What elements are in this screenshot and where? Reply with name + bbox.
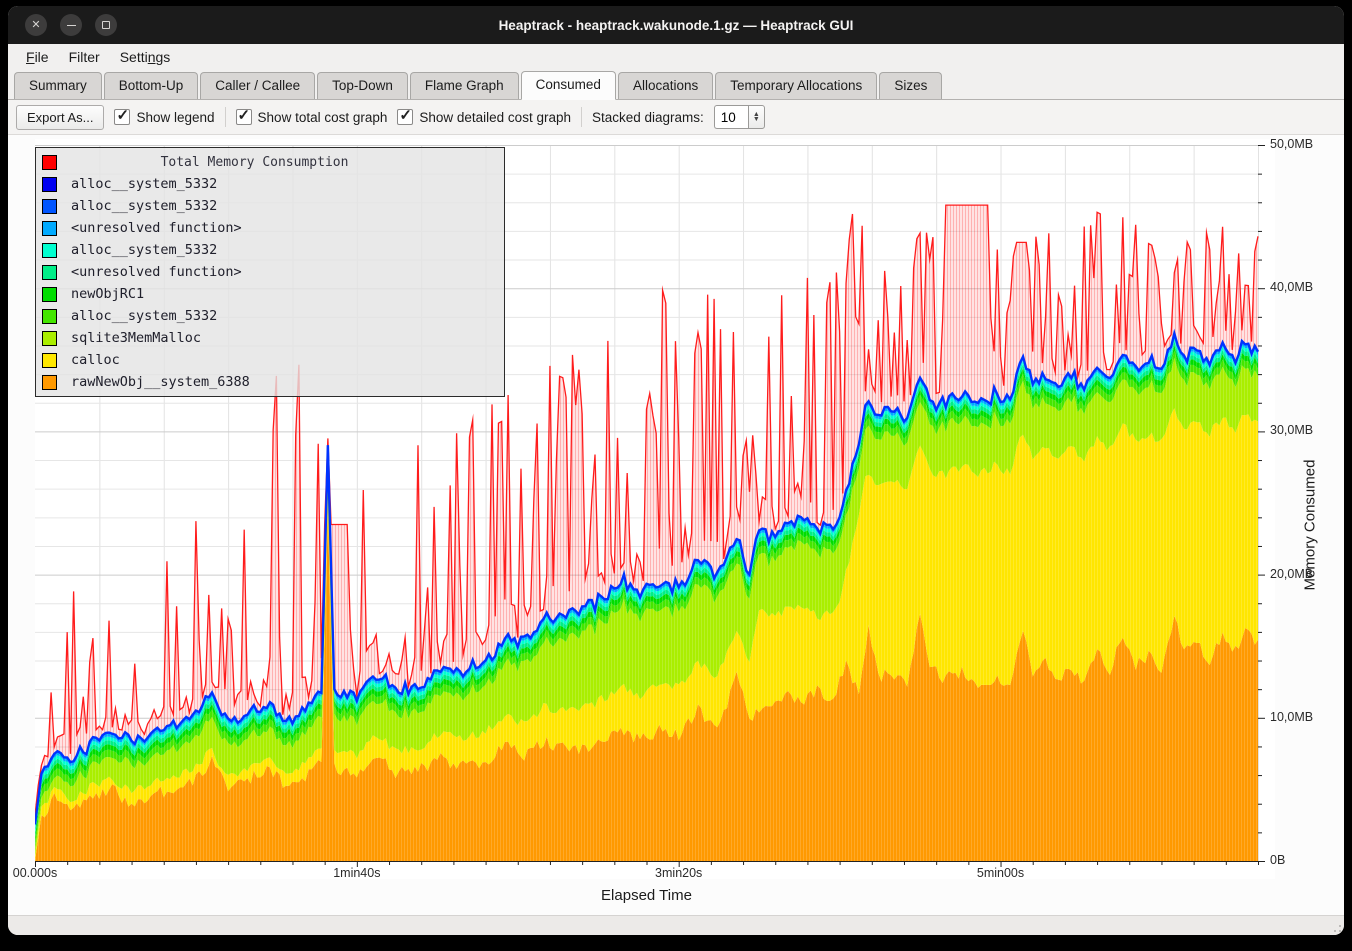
legend-row-alloc-system-5332: alloc__system_5332: [36, 305, 504, 327]
legend-label: <unresolved function>: [71, 220, 242, 236]
resize-grip-icon[interactable]: [1329, 920, 1341, 932]
y-tick-label: 50,0MB: [1270, 137, 1313, 151]
legend-swatch: [42, 265, 57, 280]
legend-row-unresolved-function: <unresolved function>: [36, 261, 504, 283]
tab-caller-callee[interactable]: Caller / Callee: [200, 72, 315, 99]
menu-bar: FileFilterSettings: [8, 44, 1344, 70]
menu-item-filter[interactable]: Filter: [59, 46, 110, 68]
tab-summary[interactable]: Summary: [14, 72, 102, 99]
status-bar: [8, 915, 1344, 935]
legend-label: alloc__system_5332: [71, 308, 217, 324]
legend-swatch: [42, 199, 57, 214]
x-tick-label: 3min20s: [655, 866, 702, 880]
legend-row-calloc: calloc: [36, 349, 504, 371]
legend-swatch: [42, 309, 57, 324]
legend-row-newobjrc1: newObjRC1: [36, 283, 504, 305]
menu-item-file[interactable]: File: [16, 46, 59, 68]
y-tick-label: 10,0MB: [1270, 710, 1313, 724]
legend-title-row: Total Memory Consumption: [36, 151, 504, 173]
checkbox-show-legend[interactable]: ✓Show legend: [114, 109, 214, 125]
spinner-down-button[interactable]: ▼: [753, 117, 760, 122]
legend-label: alloc__system_5332: [71, 176, 217, 192]
legend-row-alloc-system-5332: alloc__system_5332: [36, 239, 504, 261]
stacked-diagrams-label: Stacked diagrams:: [592, 110, 704, 125]
legend-swatch: [42, 221, 57, 236]
x-axis-title: Elapsed Time: [601, 887, 692, 904]
stacked-diagrams-spinner: ▲ ▼: [714, 105, 765, 129]
legend-swatch: [42, 177, 57, 192]
legend-label: newObjRC1: [71, 286, 144, 302]
y-tick-label: 40,0MB: [1270, 280, 1313, 294]
window-title: Heaptrack - heaptrack.wakunode.1.gz — He…: [499, 18, 854, 33]
legend-swatch: [42, 375, 57, 390]
legend-swatch: [42, 331, 57, 346]
legend-swatch: [42, 243, 57, 258]
y-tick-label: 0B: [1270, 853, 1285, 867]
toolbar-separator: [581, 107, 582, 127]
total-consumption-swatch: [42, 155, 57, 170]
consumed-chart-panel: Total Memory Consumption alloc__system_5…: [8, 135, 1344, 915]
close-button[interactable]: ✕: [25, 14, 47, 36]
tab-temporary-allocations[interactable]: Temporary Allocations: [715, 72, 877, 99]
legend-label: calloc: [71, 352, 120, 368]
x-tick-label: 1min40s: [333, 866, 380, 880]
y-axis-title: Memory Consumed: [1302, 460, 1319, 591]
checkbox-label: Show total cost graph: [258, 110, 388, 125]
legend-label: sqlite3MemMalloc: [71, 330, 201, 346]
legend-row-alloc-system-5332: alloc__system_5332: [36, 195, 504, 217]
checkbox-label: Show detailed cost graph: [419, 110, 571, 125]
toolbar: Export As... ✓Show legend ✓Show total cos…: [8, 100, 1344, 135]
tab-bar: SummaryBottom-UpCaller / CalleeTop-DownF…: [8, 70, 1344, 100]
legend-swatch: [42, 287, 57, 302]
x-tick-label: 5min00s: [977, 866, 1024, 880]
legend-swatch: [42, 353, 57, 368]
maximize-icon: [102, 21, 110, 29]
menu-item-settings[interactable]: Settings: [110, 46, 181, 68]
legend-row-alloc-system-5332: alloc__system_5332: [36, 173, 504, 195]
legend-label: alloc__system_5332: [71, 242, 217, 258]
tab-allocations[interactable]: Allocations: [618, 72, 713, 99]
legend-row-rawnewobj-system-6388: rawNewObj__system_6388: [36, 371, 504, 393]
chart-legend: Total Memory Consumption alloc__system_5…: [35, 147, 505, 397]
tab-sizes[interactable]: Sizes: [879, 72, 942, 99]
checkbox-label: Show legend: [136, 110, 214, 125]
stacked-diagrams-input[interactable]: [714, 105, 748, 129]
minimize-button[interactable]: [60, 14, 82, 36]
tab-bottom-up[interactable]: Bottom-Up: [104, 72, 199, 99]
x-tick-label: 00.000s: [13, 866, 57, 880]
legend-label: rawNewObj__system_6388: [71, 374, 250, 390]
checkbox-show-detailed-cost-graph[interactable]: ✓Show detailed cost graph: [397, 109, 571, 125]
minimize-icon: [67, 25, 76, 26]
app-window: ✕ Heaptrack - heaptrack.wakunode.1.gz — …: [8, 6, 1344, 935]
legend-row-sqlite3memmalloc: sqlite3MemMalloc: [36, 327, 504, 349]
legend-title: Total Memory Consumption: [71, 155, 498, 170]
legend-label: alloc__system_5332: [71, 198, 217, 214]
y-tick-label: 30,0MB: [1270, 423, 1313, 437]
tab-flame-graph[interactable]: Flame Graph: [410, 72, 519, 99]
tab-consumed[interactable]: Consumed: [521, 71, 616, 100]
title-bar: ✕ Heaptrack - heaptrack.wakunode.1.gz — …: [8, 6, 1344, 44]
tab-top-down[interactable]: Top-Down: [317, 72, 408, 99]
legend-label: <unresolved function>: [71, 264, 242, 280]
legend-row-unresolved-function: <unresolved function>: [36, 217, 504, 239]
export-as-button[interactable]: Export As...: [16, 105, 104, 130]
checkbox-show-total-cost-graph[interactable]: ✓Show total cost graph: [236, 109, 388, 125]
maximize-button[interactable]: [95, 14, 117, 36]
